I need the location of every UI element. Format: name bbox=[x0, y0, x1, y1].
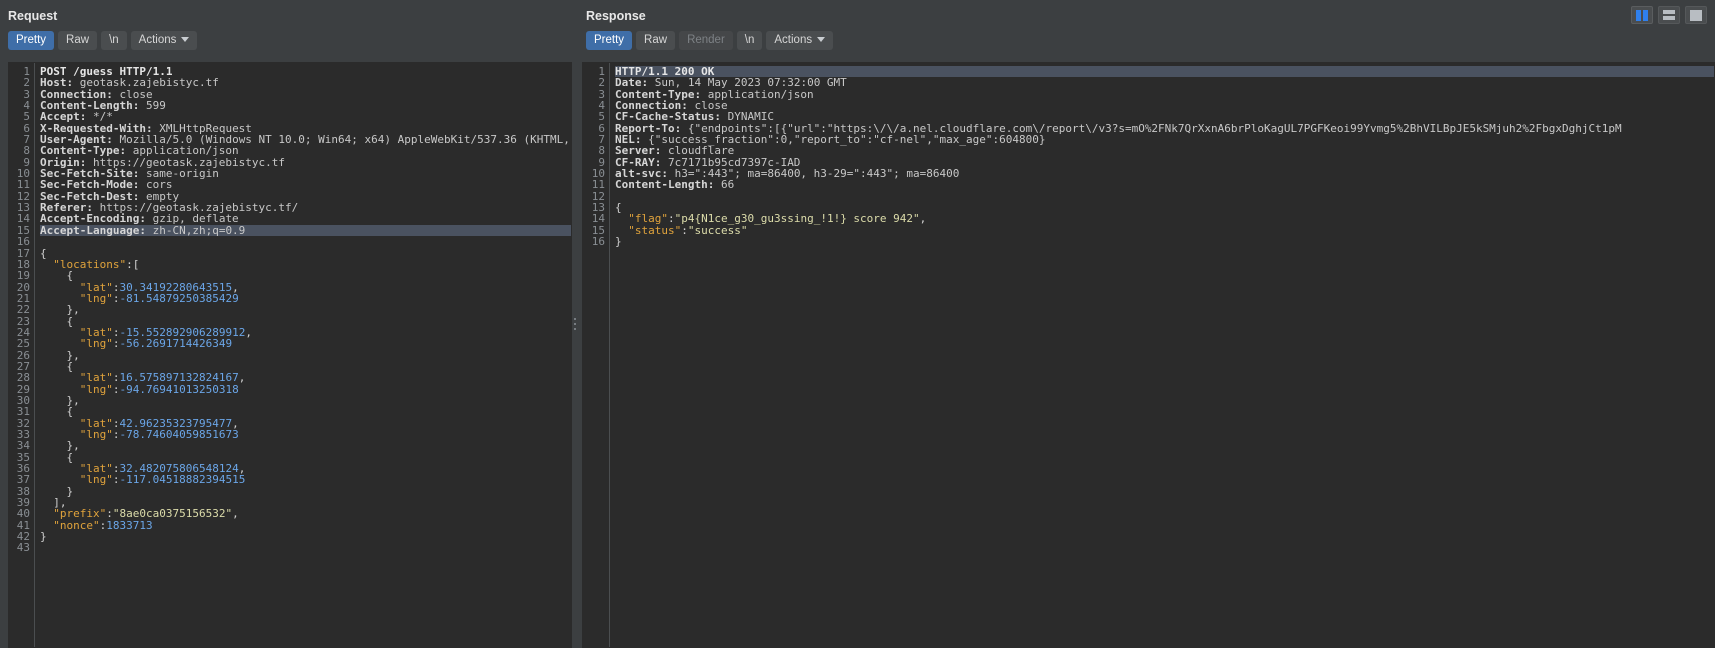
code-line[interactable]: }, bbox=[40, 395, 571, 406]
line-number: 31 bbox=[9, 406, 30, 417]
layout-toggle-group bbox=[1631, 6, 1707, 24]
code-line[interactable]: "locations":[ bbox=[40, 259, 571, 270]
line-number: 28 bbox=[9, 372, 30, 383]
code-line[interactable]: Content-Length: 66 bbox=[615, 179, 1714, 190]
code-line[interactable]: "lng":-117.04518882394515 bbox=[40, 474, 571, 485]
request-tab-raw[interactable]: Raw bbox=[58, 31, 97, 50]
request-tab-pretty[interactable]: Pretty bbox=[8, 31, 54, 50]
request-actions-label: Actions bbox=[139, 33, 177, 47]
response-actions-button[interactable]: Actions bbox=[766, 31, 833, 50]
drag-handle-icon bbox=[574, 318, 576, 330]
response-line-numbers: 12345678910111213141516 bbox=[583, 63, 610, 647]
response-editor[interactable]: 12345678910111213141516 HTTP/1.1 200 OKD… bbox=[582, 62, 1715, 648]
code-line[interactable]: NEL: {"success_fraction":0,"report_to":"… bbox=[615, 134, 1714, 145]
line-number: 16 bbox=[583, 236, 605, 247]
single-pane-icon bbox=[1690, 10, 1702, 21]
response-tab-pretty[interactable]: Pretty bbox=[586, 31, 632, 50]
code-line[interactable]: }, bbox=[40, 440, 571, 451]
request-pane: Request Pretty Raw \n Actions 1234567891… bbox=[0, 0, 572, 648]
request-toolbar: Pretty Raw \n Actions bbox=[0, 28, 572, 54]
code-line[interactable] bbox=[40, 236, 571, 247]
response-newline-button[interactable]: \n bbox=[737, 31, 763, 50]
request-editor[interactable]: 1234567891011121314151617181920212223242… bbox=[8, 62, 572, 648]
code-line[interactable]: Accept-Language: zh-CN,zh;q=0.9 bbox=[40, 225, 571, 236]
code-line[interactable]: }, bbox=[40, 304, 571, 315]
response-tab-render[interactable]: Render bbox=[679, 31, 733, 50]
code-line[interactable]: "status":"success" bbox=[615, 225, 1714, 236]
request-line-numbers: 1234567891011121314151617181920212223242… bbox=[9, 63, 35, 647]
code-line[interactable]: "lng":-94.76941013250318 bbox=[40, 384, 571, 395]
line-number: 2 bbox=[583, 77, 605, 88]
code-line[interactable] bbox=[615, 191, 1714, 202]
code-line[interactable]: "flag":"p4{N1ce_g30_gu3ssing_!1!} score … bbox=[615, 213, 1714, 224]
code-line[interactable]: }, bbox=[40, 350, 571, 361]
layout-split-vertical-button[interactable] bbox=[1631, 6, 1653, 24]
line-number: 34 bbox=[9, 440, 30, 451]
line-number: 43 bbox=[9, 542, 30, 553]
code-line[interactable]: } bbox=[40, 486, 571, 497]
response-pane: Response Pretty Raw Render \n Actions 12… bbox=[578, 0, 1715, 648]
line-number: 22 bbox=[9, 304, 30, 315]
response-tab-raw[interactable]: Raw bbox=[636, 31, 675, 50]
split-vertical-icon bbox=[1636, 10, 1648, 21]
response-actions-label: Actions bbox=[774, 33, 812, 47]
code-line[interactable]: "lng":-56.2691714426349 bbox=[40, 338, 571, 349]
code-line[interactable]: Content-Length: 599 bbox=[40, 100, 571, 111]
code-line[interactable]: } bbox=[615, 236, 1714, 247]
request-code[interactable]: POST /guess HTTP/1.1Host: geotask.zajebi… bbox=[35, 63, 571, 647]
line-number: 25 bbox=[9, 338, 30, 349]
code-line[interactable]: "lng":-81.54879250385429 bbox=[40, 293, 571, 304]
layout-split-horizontal-button[interactable] bbox=[1658, 6, 1680, 24]
split-horizontal-icon bbox=[1663, 10, 1675, 20]
code-line[interactable]: alt-svc: h3=":443"; ma=86400, h3-29=":44… bbox=[615, 168, 1714, 179]
code-line[interactable]: } bbox=[40, 531, 571, 542]
response-title: Response bbox=[578, 0, 1715, 28]
request-actions-button[interactable]: Actions bbox=[131, 31, 198, 50]
chevron-down-icon bbox=[181, 37, 189, 42]
code-line[interactable]: "nonce":1833713 bbox=[40, 520, 571, 531]
code-line[interactable]: Content-Type: application/json bbox=[615, 89, 1714, 100]
http-message-viewer: Request Pretty Raw \n Actions 1234567891… bbox=[0, 0, 1715, 648]
code-line[interactable]: Connection: close bbox=[615, 100, 1714, 111]
chevron-down-icon bbox=[817, 37, 825, 42]
line-number: 19 bbox=[9, 270, 30, 281]
line-number: 16 bbox=[9, 236, 30, 247]
layout-single-pane-button[interactable] bbox=[1685, 6, 1707, 24]
code-line[interactable] bbox=[40, 542, 571, 553]
response-toolbar: Pretty Raw Render \n Actions bbox=[578, 28, 1715, 54]
request-title: Request bbox=[0, 0, 572, 28]
line-number: 2 bbox=[9, 77, 30, 88]
request-newline-button[interactable]: \n bbox=[101, 31, 127, 50]
response-code[interactable]: HTTP/1.1 200 OKDate: Sun, 14 May 2023 07… bbox=[610, 63, 1714, 647]
code-line[interactable]: "lng":-78.74604059851673 bbox=[40, 429, 571, 440]
